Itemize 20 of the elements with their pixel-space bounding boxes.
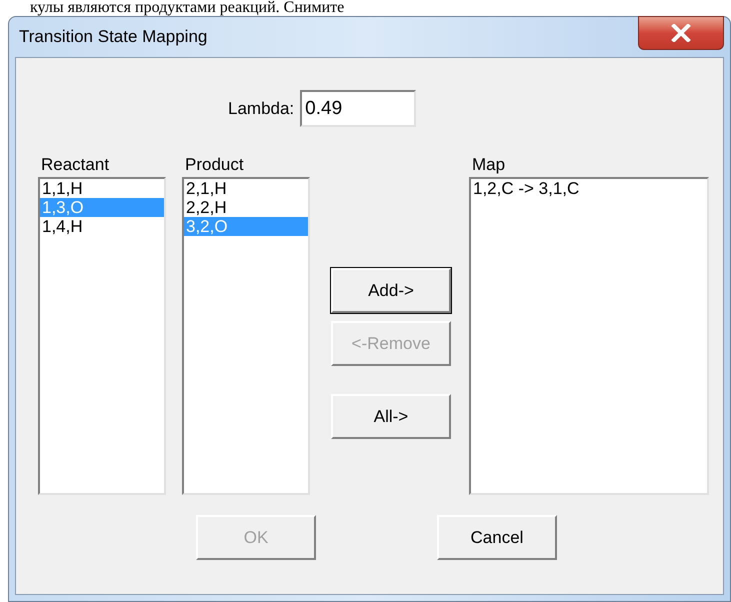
list-item[interactable]: 1,4,H	[40, 217, 164, 236]
lambda-field[interactable]: 0.49	[300, 90, 416, 127]
list-item[interactable]: 1,2,C -> 3,1,C	[471, 179, 707, 198]
list-box[interactable]: 1,2,C -> 3,1,C	[469, 177, 709, 495]
close-button[interactable]	[638, 16, 724, 50]
dialog-button[interactable]: Cancel	[437, 515, 557, 560]
dialog-button[interactable]: Add->	[331, 268, 451, 313]
list-item[interactable]: 2,1,H	[184, 179, 308, 198]
window-title: Transition State Mapping	[19, 26, 208, 48]
list-label: Map	[472, 154, 506, 176]
list-item[interactable]: 1,1,H	[40, 179, 164, 198]
close-icon	[670, 24, 692, 42]
document-text: кулы являются продуктами реакций. Снимите	[29, 0, 346, 16]
list-box[interactable]: 2,1,H 2,2,H 3,2,O	[182, 177, 310, 495]
list-item[interactable]: 2,2,H	[184, 198, 308, 217]
list-label: Reactant	[41, 154, 110, 176]
list-box[interactable]: 1,1,H 1,3,O 1,4,H	[38, 177, 166, 495]
list-label: Product	[185, 154, 245, 176]
lambda-label: Lambda:	[228, 98, 294, 120]
dialog-button[interactable]: All->	[331, 394, 451, 439]
